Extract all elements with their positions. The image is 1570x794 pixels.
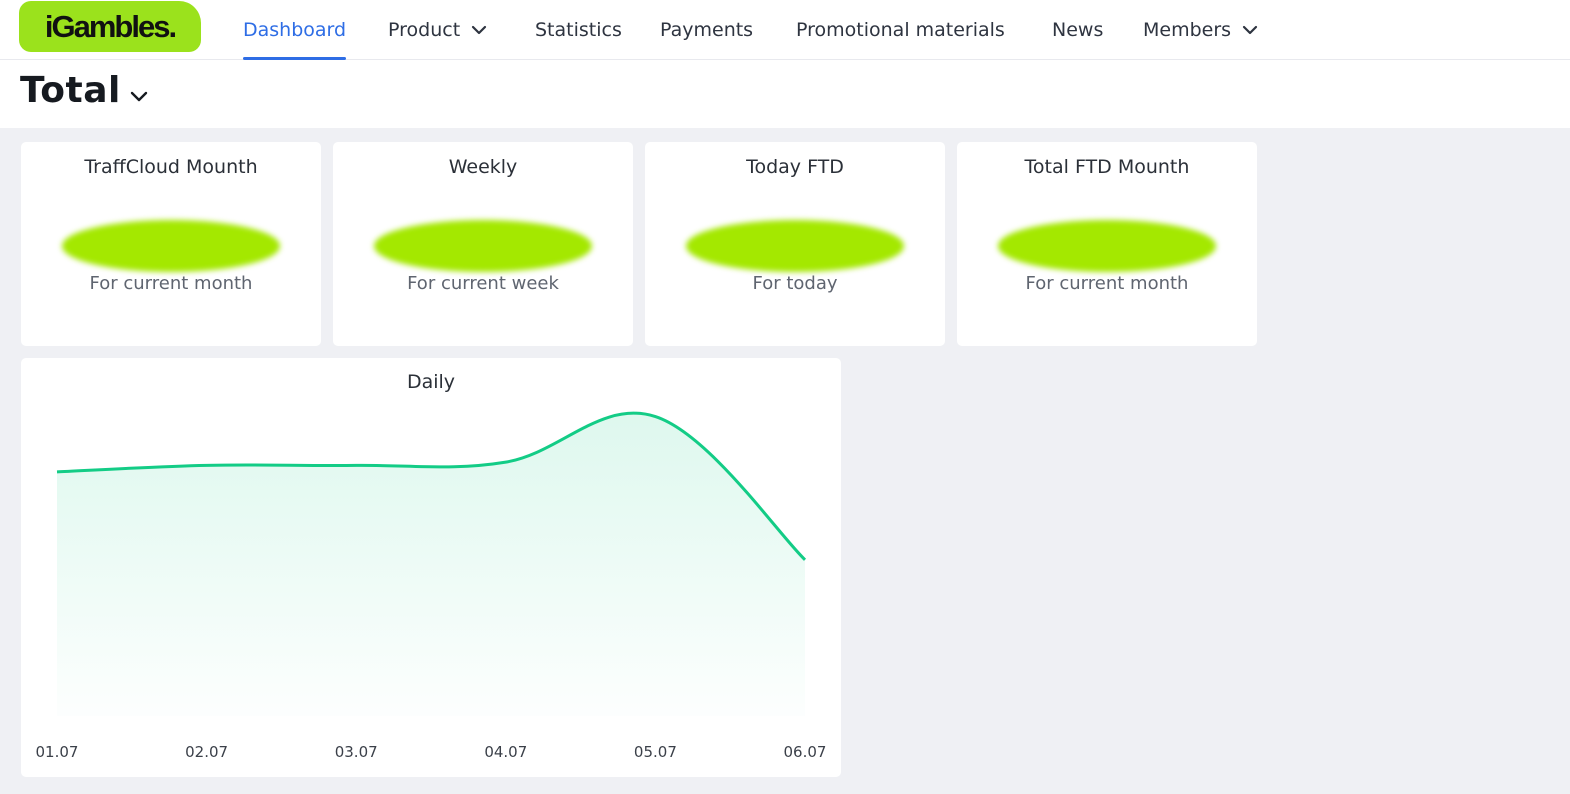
x-tick-label: 06.07 [784,743,827,761]
kpi-card-traffcloud-month: TraffCloud Mounth For current month [21,142,321,346]
kpi-card-today-ftd: Today FTD For today [645,142,945,346]
x-tick-label: 03.07 [335,743,378,761]
kpi-subtitle: For current month [89,273,253,294]
x-tick-label: 04.07 [484,743,527,761]
kpi-title: Weekly [448,156,518,178]
series-area [57,413,805,716]
page-title: Total [20,70,121,111]
kpi-card-total-ftd-month: Total FTD Mounth For current month [957,142,1257,346]
nav-item-news[interactable]: News [1052,0,1103,60]
igambles-logo[interactable]: iGambles. [19,1,201,52]
redacted-value-blob [686,220,904,272]
nav-item-members[interactable]: Members [1143,0,1259,60]
nav-item-product[interactable]: Product [388,0,488,60]
x-tick-label: 01.07 [36,743,79,761]
nav-item-promotional-materials[interactable]: Promotional materials [796,0,1005,60]
x-tick-label: 02.07 [185,743,228,761]
kpi-subtitle: For current week [407,273,559,294]
nav-item-label: Members [1143,19,1232,41]
chevron-down-icon [1242,25,1258,35]
kpi-title: Today FTD [746,156,844,178]
page-header: Total [0,60,1570,128]
nav-item-statistics[interactable]: Statistics [535,0,622,60]
kpi-title: TraffCloud Mounth [84,156,258,178]
redacted-value-blob [998,220,1216,272]
kpi-card-weekly: Weekly For current week [333,142,633,346]
nav-item-label: Payments [660,19,754,41]
nav-item-label: Promotional materials [796,19,1005,41]
x-tick-label: 05.07 [634,743,677,761]
nav-item-label: News [1052,19,1104,41]
redacted-value-blob [62,220,280,272]
nav-item-payments[interactable]: Payments [660,0,753,60]
daily-chart-card: Daily 01.07 02.07 03.07 04.07 05.07 06.07 [21,358,841,777]
chevron-down-icon [472,25,487,35]
kpi-subtitle: For current month [1025,273,1189,294]
nav-item-label: Statistics [535,19,622,41]
nav-item-label: Dashboard [243,19,347,41]
nav-item-dashboard[interactable]: Dashboard [243,0,347,60]
redacted-value-blob [374,220,592,272]
top-navbar: iGambles. Dashboard Product Statistics P… [0,0,1570,60]
chevron-down-icon[interactable] [126,84,152,110]
nav-item-label: Product [388,19,461,41]
daily-area-chart: 01.07 02.07 03.07 04.07 05.07 06.07 [36,411,827,761]
kpi-title: Total FTD Mounth [1024,156,1190,178]
kpi-subtitle: For today [752,273,838,294]
